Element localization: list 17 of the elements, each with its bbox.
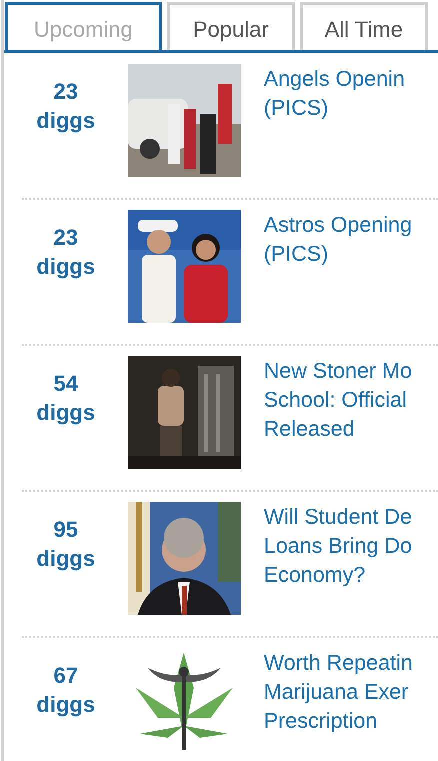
digg-count: 67 xyxy=(54,662,78,690)
digg-label: diggs xyxy=(36,399,96,427)
digg-count: 54 xyxy=(54,370,78,398)
tab[interactable]: All Time xyxy=(300,2,428,50)
digg-label: diggs xyxy=(36,107,96,135)
digg-count: 23 xyxy=(54,78,78,106)
digg-label: diggs xyxy=(36,545,96,573)
digg-label: diggs xyxy=(36,691,96,719)
story-title-link[interactable]: Angels Openin (PICS) xyxy=(264,65,406,123)
story-title-link[interactable]: Worth Repeatin Marijuana Exer Prescription xyxy=(264,649,413,736)
story-title-link[interactable]: Will Student De Loans Bring Do Economy? xyxy=(264,503,412,590)
digg-count: 95 xyxy=(54,516,78,544)
digg-count: 23 xyxy=(54,224,78,252)
tab[interactable]: Popular xyxy=(167,2,295,50)
story-title-link[interactable]: Astros Opening (PICS) xyxy=(264,211,412,269)
digg-label: diggs xyxy=(36,253,96,281)
story-title-link[interactable]: New Stoner Mo School: Official Released xyxy=(264,357,412,444)
